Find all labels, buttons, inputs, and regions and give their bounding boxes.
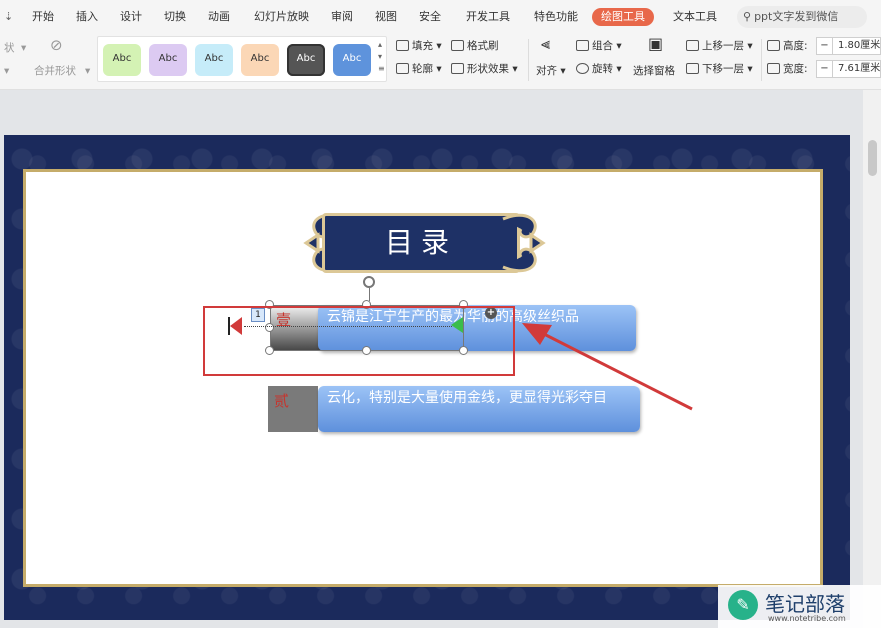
menu-tab-drawing-tools[interactable]: 绘图工具 <box>592 8 654 26</box>
gallery-scroll-icon[interactable]: ▴ ▾ ≡ <box>378 39 385 75</box>
vertical-scrollbar[interactable] <box>863 90 881 628</box>
group-button[interactable]: 组合 ▾ <box>576 39 622 53</box>
rotate-button[interactable]: 旋转 ▾ <box>576 62 622 76</box>
height-input[interactable]: −1.80厘米 <box>816 37 881 55</box>
style-swatch-3[interactable]: Abc <box>195 44 233 76</box>
menu-tab-text-tools[interactable]: 文本工具 <box>673 8 717 26</box>
align-button[interactable]: 对齐 ▾ <box>536 64 566 78</box>
style-swatch-2[interactable]: Abc <box>149 44 187 76</box>
menu-tab-animation[interactable]: 动画 <box>208 8 230 26</box>
merge-shapes-button[interactable]: 合并形状 <box>34 64 76 78</box>
menu-tab-insert[interactable]: 插入 <box>76 8 98 26</box>
menu-tab-developer[interactable]: 开发工具 <box>466 8 510 26</box>
ribbon-toolbar: 状 ▾ ▾ ⊘ 合并形状 ▾ Abc Abc Abc Abc Abc Abc ▴… <box>0 33 881 90</box>
item-2-number-box[interactable]: 贰 <box>268 386 318 432</box>
format-painter-label: 格式刷 <box>467 40 499 52</box>
scrollbar-thumb[interactable] <box>868 140 877 176</box>
shape-effects-icon <box>451 63 464 74</box>
fill-icon <box>396 40 409 51</box>
style-swatch-1[interactable]: Abc <box>103 44 141 76</box>
align-label: 对齐 <box>536 65 557 77</box>
slide-canvas[interactable]: 目录 壹 云锦是江宁生产的最为华丽的高级丝织品 贰 云化，特别是大量使用金线，更… <box>4 135 850 620</box>
bring-forward-button[interactable]: 上移一层 ▾ <box>686 39 753 53</box>
rotate-icon <box>576 63 589 74</box>
send-backward-icon <box>686 63 699 74</box>
watermark-logo: ✎ 笔记部落 www.notetribe.com <box>718 585 881 628</box>
outline-label: 轮廓 <box>412 63 433 75</box>
send-backward-button[interactable]: 下移一层 ▾ <box>686 62 753 76</box>
height-label-text: 高度: <box>783 40 808 52</box>
style-swatch-4[interactable]: Abc <box>241 44 279 76</box>
chevron-down-icon: ▾ <box>21 42 27 54</box>
menu-tab-home[interactable]: 开始 <box>32 8 54 26</box>
height-label: 高度: <box>767 39 808 53</box>
merge-shapes-icon: ⊘ <box>50 36 63 54</box>
style-swatch-6[interactable]: Abc <box>333 44 371 76</box>
selection-pane-icon: ▣ <box>648 34 664 53</box>
bring-forward-icon <box>686 40 699 51</box>
watermark-name: 笔记部落 <box>765 592 845 616</box>
selection-pane-button[interactable]: 选择窗格 <box>633 64 675 78</box>
style-swatch-5[interactable]: Abc <box>287 44 325 76</box>
height-icon <box>767 40 780 51</box>
menu-tab-features[interactable]: 特色功能 <box>534 8 578 26</box>
shape-styles-gallery: Abc Abc Abc Abc Abc Abc <box>97 36 387 82</box>
annotation-highlight-box <box>203 306 515 376</box>
pencil-icon: ✎ <box>728 590 758 620</box>
slide-title: 目录 <box>384 226 457 259</box>
shape-dropdown-label[interactable]: 状 <box>4 41 15 55</box>
search-placeholder: ppt文字发到微信 <box>754 10 839 23</box>
menu-bar: ⇣ 开始 插入 设计 切换 动画 幻灯片放映 审阅 视图 安全 开发工具 特色功… <box>0 0 881 33</box>
menu-tab-review[interactable]: 审阅 <box>331 8 353 26</box>
outline-button[interactable]: 轮廓 ▾ <box>396 62 442 76</box>
width-icon <box>767 63 780 74</box>
align-icon: ⫷ <box>541 34 551 53</box>
menu-tab-view[interactable]: 视图 <box>375 8 397 26</box>
search-input[interactable]: ⚲ ppt文字发到微信 <box>737 6 867 28</box>
menu-tab-design[interactable]: 设计 <box>120 8 142 26</box>
group-label: 组合 <box>592 40 613 52</box>
width-label-text: 宽度: <box>783 63 808 75</box>
bring-forward-label: 上移一层 <box>702 40 744 52</box>
width-value: 7.61厘米 <box>838 63 881 74</box>
width-input[interactable]: −7.61厘米 <box>816 60 881 78</box>
group-icon <box>576 40 589 51</box>
send-backward-label: 下移一层 <box>702 63 744 75</box>
chevron-down-icon: ▾ <box>85 65 91 77</box>
menu-tab-security[interactable]: 安全 <box>419 8 441 26</box>
outline-icon <box>396 63 409 74</box>
width-label: 宽度: <box>767 62 808 76</box>
width-decrement-button[interactable]: − <box>817 61 833 77</box>
watermark-url: www.notetribe.com <box>768 614 846 623</box>
annotation-arrow-icon <box>522 323 693 411</box>
height-value: 1.80厘米 <box>838 40 881 51</box>
rotation-stem <box>369 288 370 301</box>
shape-effects-button[interactable]: 形状效果 ▾ <box>451 62 518 76</box>
ribbon-divider <box>528 39 529 81</box>
title-scroll-right-ornament <box>502 213 546 273</box>
item-2-number: 贰 <box>274 392 290 410</box>
format-painter-button[interactable]: 格式刷 <box>451 39 499 53</box>
height-decrement-button[interactable]: − <box>817 38 833 54</box>
chevron-down-icon: ▾ <box>4 65 10 77</box>
title-plaque[interactable]: 目录 <box>322 213 520 273</box>
rotate-handle[interactable] <box>363 276 375 288</box>
menu-overflow-icon[interactable]: ⇣ <box>4 8 13 26</box>
search-icon: ⚲ <box>743 10 752 23</box>
menu-tab-transition[interactable]: 切换 <box>164 8 186 26</box>
fill-button[interactable]: 填充 ▾ <box>396 39 442 53</box>
fill-label: 填充 <box>412 40 433 52</box>
ribbon-divider <box>761 39 762 81</box>
rotate-label: 旋转 <box>592 63 613 75</box>
format-painter-icon <box>451 40 464 51</box>
menu-tab-slideshow[interactable]: 幻灯片放映 <box>254 8 309 26</box>
shape-effects-label: 形状效果 <box>467 63 509 75</box>
